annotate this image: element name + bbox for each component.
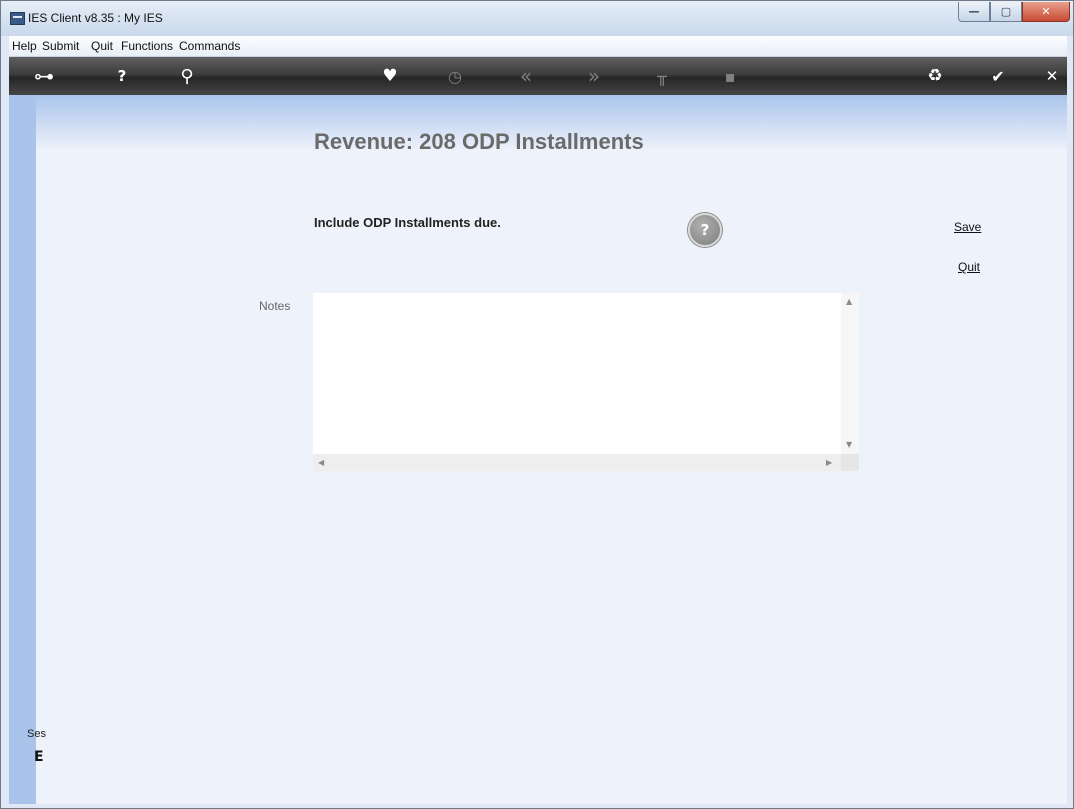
menu-functions[interactable]: Functions — [121, 39, 173, 53]
menu-commands[interactable]: Commands — [179, 39, 240, 53]
notes-vertical-scrollbar[interactable]: ▲ ▼ — [841, 293, 859, 454]
key-icon[interactable]: ⊶ — [29, 57, 59, 95]
app-icon — [10, 12, 25, 25]
tools-icon[interactable]: ╥ — [649, 57, 675, 95]
notes-horizontal-scrollbar[interactable]: ◀ ▶ — [313, 454, 841, 471]
help-icon[interactable]: ? — [109, 57, 135, 95]
document-icon[interactable]: ▪ — [717, 57, 743, 95]
menu-quit[interactable]: Quit — [91, 39, 113, 53]
prompt-text: Include ODP Installments due. — [314, 215, 501, 230]
menu-help[interactable]: Help — [12, 39, 37, 53]
scroll-down-icon[interactable]: ▼ — [846, 440, 852, 449]
session-icon: E — [34, 749, 44, 765]
heart-icon[interactable]: ♥ — [377, 57, 403, 95]
clock-icon[interactable]: ◷ — [442, 57, 468, 95]
close-button[interactable]: ✕ — [1022, 2, 1070, 22]
save-link[interactable]: Save — [954, 220, 981, 234]
search-icon[interactable]: ⚲ — [174, 57, 200, 95]
help-button[interactable]: ? — [688, 213, 722, 247]
toolbar: ⊶ ? ⚲ ♥ ◷ « » ╥ ▪ ♻ ✔ ✕ — [9, 57, 1067, 95]
app-window: IES Client v8.35 : My IES — ▢ ✕ Help Sub… — [0, 0, 1074, 809]
checkmark-icon[interactable]: ✔ — [985, 57, 1011, 95]
previous-icon[interactable]: « — [513, 57, 539, 95]
scroll-left-icon[interactable]: ◀ — [318, 458, 324, 467]
maximize-button[interactable]: ▢ — [990, 2, 1022, 22]
left-strip — [9, 95, 36, 804]
menu-submit[interactable]: Submit — [42, 39, 79, 53]
notes-textarea[interactable] — [313, 293, 841, 454]
scroll-right-icon[interactable]: ▶ — [826, 458, 832, 467]
window-title: IES Client v8.35 : My IES — [28, 11, 163, 25]
title-bar[interactable]: IES Client v8.35 : My IES — ▢ ✕ — [1, 1, 1073, 36]
notes-label: Notes — [259, 299, 291, 313]
quit-link[interactable]: Quit — [958, 260, 980, 274]
scroll-up-icon[interactable]: ▲ — [846, 297, 852, 306]
session-label: Ses — [27, 728, 46, 740]
recycle-icon[interactable]: ♻ — [922, 57, 948, 95]
close-icon[interactable]: ✕ — [1039, 57, 1065, 95]
menu-bar: Help Submit Quit Functions Commands — [9, 36, 1067, 57]
window-controls: — ▢ ✕ — [958, 2, 1070, 22]
page-title: Revenue: 208 ODP Installments — [314, 129, 644, 154]
scroll-corner — [841, 454, 859, 471]
minimize-button[interactable]: — — [958, 2, 990, 22]
content-area: Revenue: 208 ODP Installments Include OD… — [9, 95, 1067, 804]
notes-box: ▲ ▼ ◀ ▶ — [313, 293, 859, 471]
next-icon[interactable]: » — [581, 57, 607, 95]
